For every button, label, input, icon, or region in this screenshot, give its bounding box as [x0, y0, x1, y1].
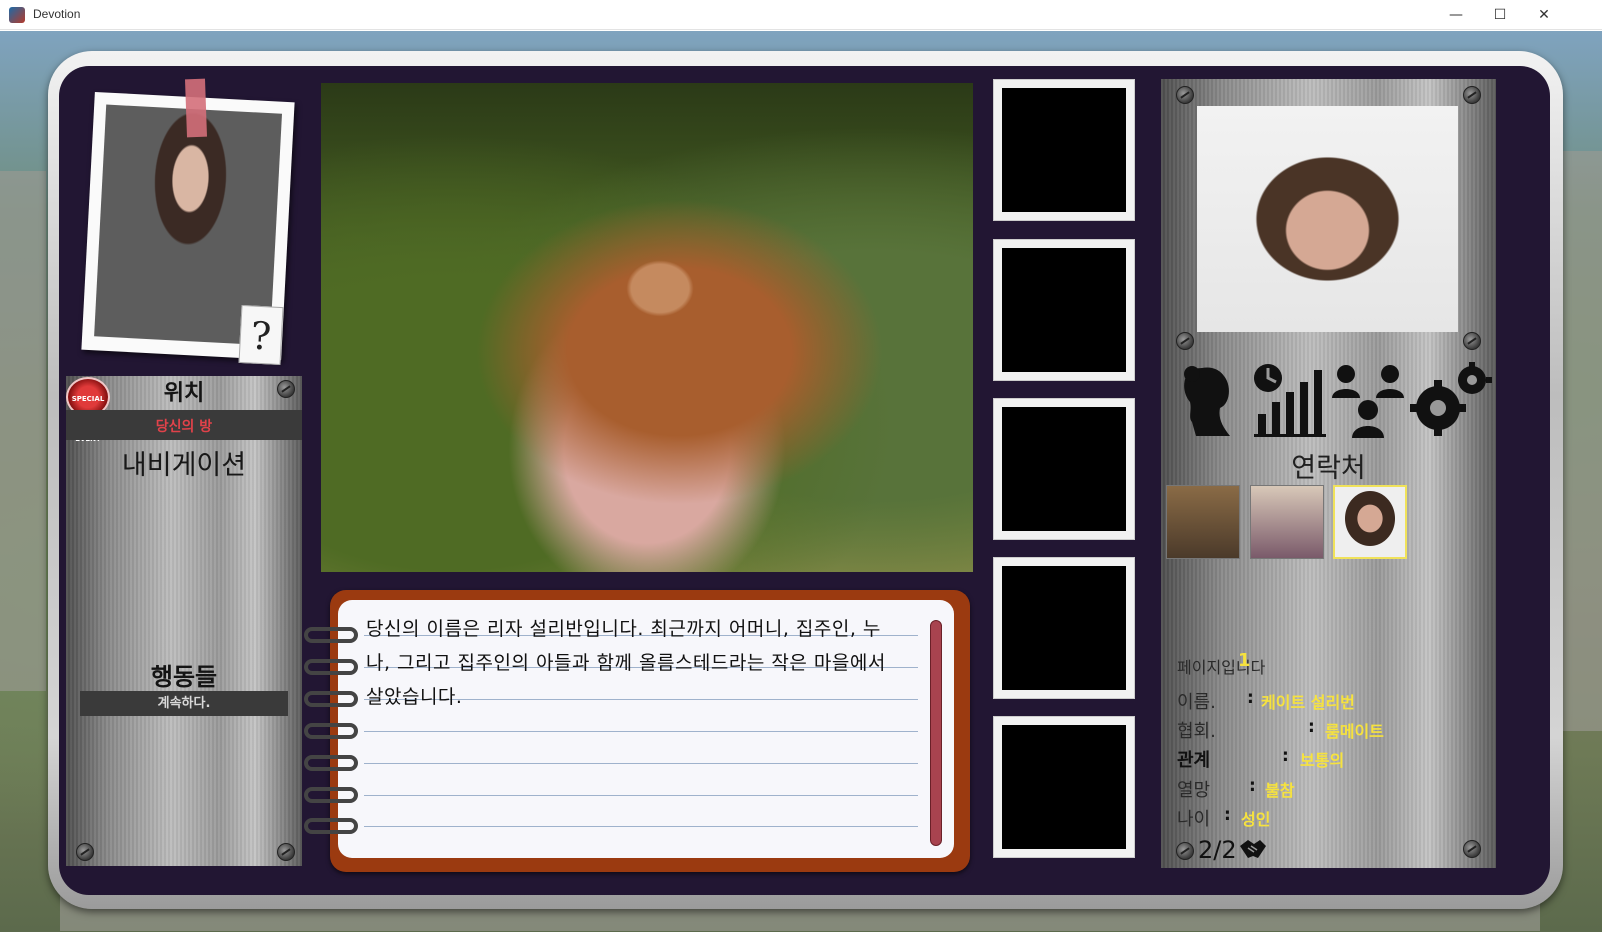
window-title: Devotion [33, 7, 81, 21]
inventory-slot[interactable] [994, 240, 1134, 380]
page-value: 1 [1238, 650, 1251, 671]
name-value: 케이트 설리번 [1261, 693, 1355, 712]
question-card-button[interactable]: ? [238, 304, 284, 366]
group-icon[interactable] [1328, 360, 1408, 440]
age-value: 성인 [1241, 810, 1271, 829]
separator: : [1282, 746, 1289, 766]
inventory-slot[interactable] [994, 558, 1134, 698]
name-label: 이름. [1177, 692, 1216, 713]
inventory-slot[interactable] [994, 80, 1134, 220]
gear-icon[interactable] [1408, 360, 1492, 440]
actions-title: 행동들 [150, 663, 218, 691]
inventory-slot[interactable] [994, 399, 1134, 539]
screw-icon [1463, 840, 1481, 858]
navigation-title: 내비게이션 [121, 450, 247, 481]
screw-icon [1176, 842, 1194, 860]
screw-icon [1463, 86, 1481, 104]
close-button[interactable]: ✕ [1522, 4, 1566, 26]
separator: : [1249, 776, 1256, 796]
screw-icon [1176, 86, 1194, 104]
page-indicator: 2/2 [1198, 836, 1237, 864]
screw-icon [76, 843, 94, 861]
story-text: 당신의 이름은 리자 설리반입니다. 최근까지 어머니, 집주인, 누나, 그리… [366, 618, 886, 708]
separator: : [1308, 717, 1315, 737]
desire-label: 열망 [1177, 780, 1211, 801]
polaroid-tape [184, 78, 208, 138]
screw-icon [1463, 332, 1481, 350]
location-value: 당신의 방 [155, 419, 213, 435]
desire-value: 불참 [1265, 781, 1295, 800]
scene-image [321, 83, 973, 572]
screw-icon [277, 843, 295, 861]
ruled-line [364, 795, 918, 796]
spiral-ring [304, 659, 358, 675]
age-label: 나이 [1177, 809, 1211, 830]
screw-icon [1176, 332, 1194, 350]
spiral-ring [304, 787, 358, 803]
contact-thumbnail[interactable] [1166, 485, 1240, 559]
maximize-button[interactable]: ☐ [1478, 4, 1522, 26]
story-scrollbar[interactable] [930, 620, 942, 846]
woman-silhouette-icon[interactable] [1172, 360, 1252, 440]
spiral-ring [304, 755, 358, 771]
page-label: 페이지입니다 [1177, 658, 1266, 677]
continue-button[interactable]: 계속하다. [80, 691, 288, 716]
contact-thumbnail[interactable] [1250, 485, 1324, 559]
relation-value: 보통의 [1300, 751, 1345, 770]
spiral-ring [304, 627, 358, 643]
association-label: 협회. [1177, 721, 1216, 742]
ruled-line [364, 826, 918, 827]
association-value: 룸메이트 [1325, 722, 1384, 741]
inventory-slot[interactable] [994, 717, 1134, 857]
minimize-button[interactable]: — [1434, 4, 1478, 26]
spiral-ring [304, 723, 358, 739]
stats-icon[interactable] [1250, 360, 1330, 440]
spiral-ring [304, 818, 358, 834]
contact-thumbnail-selected[interactable] [1333, 485, 1407, 559]
relation-label: 관계 [1177, 750, 1211, 771]
contacts-title: 연락처 [1291, 453, 1366, 484]
ruled-line [364, 731, 918, 732]
contact-portrait [1197, 106, 1458, 332]
window-titlebar: Devotion — ☐ ✕ [0, 0, 1602, 30]
spiral-ring [304, 691, 358, 707]
app-icon [9, 7, 25, 23]
separator: : [1224, 805, 1231, 825]
ruled-line [364, 763, 918, 764]
separator: : [1247, 688, 1254, 708]
handshake-icon[interactable] [1238, 836, 1268, 862]
